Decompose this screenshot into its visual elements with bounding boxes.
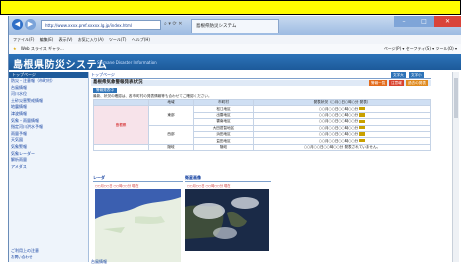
site-header: 島根県防災システム Shimane Disaster Information [9, 54, 461, 71]
sidebar-item[interactable]: 防災・注意報（市町村） [9, 78, 88, 85]
text-large-button[interactable]: 文字大 [391, 72, 406, 78]
favorites-slice[interactable]: Web スライス ギャラ... [21, 46, 64, 51]
sidebar-item[interactable]: 津波情報 [9, 111, 88, 118]
table-row: 隠岐 隠岐 ○○月○○日○○時○○分 発表されていません。 [93, 143, 431, 152]
sidebar-item[interactable]: アメダス [9, 164, 88, 171]
satellite-timestamp: ○○月○○日 ○○時○○分 現在 [187, 184, 231, 188]
area-cell: 西部 [148, 124, 194, 145]
minimize-icon[interactable]: – [394, 16, 414, 27]
radar-panel-title[interactable]: レーダ [93, 175, 183, 182]
sidebar-item[interactable]: 気象警報 [9, 144, 88, 151]
sidebar-item[interactable]: 天気図 [9, 137, 88, 144]
browser-window: ◀ ▶ http://www.xxxx.pref.xxxxx.lg.jp/ind… [8, 16, 461, 265]
satellite-panel-title[interactable]: 衛星画像 [185, 175, 271, 182]
address-actions-icon[interactable]: ⌕ ▾ ⟳ ✕ [164, 21, 182, 27]
highlight-banner [0, 0, 461, 15]
region-cell [93, 143, 149, 152]
radar-map-icon [95, 189, 181, 262]
text-small-button[interactable]: 文字小 [409, 72, 424, 78]
back-button-icon[interactable]: ◀ [12, 19, 23, 30]
warning-chip [359, 126, 366, 130]
typhoon-section-title[interactable]: 台風情報 [91, 259, 107, 265]
radar-panel: レーダ ○○月○○日 ○○時○○分 現在 [93, 175, 183, 262]
area-cell: 隠岐 [148, 143, 194, 152]
menu-bar: ファイル(F) 編集(E) 表示(V) お気に入り(A) ツール(T) ヘルプ(… [9, 35, 461, 44]
scrollbar-thumb[interactable] [454, 78, 458, 118]
command-bar[interactable]: ページ(P) ▾ セーフティ(S) ▾ ツール(O) ▾ [384, 44, 457, 54]
area-cell: 東部 [148, 105, 194, 126]
sidebar-item[interactable]: 解析雨量 [9, 157, 88, 164]
contact-link[interactable]: お問い合わせ [11, 255, 33, 260]
warning-chip [359, 113, 366, 117]
vertical-scrollbar[interactable] [452, 72, 459, 262]
warning-chip [359, 138, 366, 143]
warning-list-button[interactable]: 警報一覧 [369, 80, 388, 86]
menu-view[interactable]: 表示(V) [59, 37, 73, 42]
menu-tools[interactable]: ツール(T) [109, 37, 127, 42]
site-title: 島根県防災システム [13, 60, 108, 71]
sidebar-item[interactable]: 地震情報 [9, 104, 88, 111]
sidebar-item[interactable]: 河川水位 [9, 91, 88, 98]
radar-image[interactable] [95, 189, 181, 262]
region-cell: 島根県 [93, 105, 149, 145]
sidebar: トップページ 防災・注意報（市町村） 台風情報 河川水位 土砂災害警戒情報 地震… [9, 72, 89, 262]
browser-titlebar: ◀ ▶ http://www.xxxx.pref.xxxxx.lg.jp/ind… [9, 16, 461, 35]
history-button[interactable]: 過去の発表 [406, 80, 428, 86]
breadcrumb[interactable]: トップページ [91, 72, 431, 79]
address-bar[interactable]: http://www.xxxx.pref.xxxxx.lg.jp/index.h… [41, 20, 161, 30]
advisory-button[interactable]: 注意報 [389, 80, 404, 86]
warning-chip [359, 119, 366, 124]
close-icon[interactable]: ✕ [434, 16, 461, 27]
sidebar-item[interactable]: 指定河川洪水予報 [9, 124, 88, 131]
time-cell: ○○月○○日○○時○○分 発表されていません。 [253, 143, 431, 152]
radar-timestamp: ○○月○○日 ○○時○○分 現在 [95, 184, 139, 188]
status-subbar: 警報発表中 [93, 88, 117, 93]
menu-edit[interactable]: 編集(E) [40, 37, 54, 42]
satellite-image[interactable] [185, 189, 269, 251]
favorites-star-icon[interactable]: ★ [13, 46, 17, 51]
city-cell[interactable]: 隠岐 [193, 143, 254, 152]
warning-chip [359, 132, 366, 136]
browser-tab[interactable]: 島根県防災システム [191, 19, 279, 33]
usage-notes-link[interactable]: ご利用上の注意 [11, 248, 39, 254]
menu-favorites[interactable]: お気に入り(A) [78, 37, 104, 42]
satellite-map-icon [185, 189, 269, 251]
warning-chip [359, 106, 366, 111]
maximize-icon[interactable]: □ [414, 16, 434, 27]
forward-button-icon[interactable]: ▶ [25, 19, 36, 30]
menu-help[interactable]: ヘルプ(H) [132, 37, 150, 42]
satellite-panel: 衛星画像 ○○月○○日 ○○時○○分 現在 [185, 175, 271, 262]
site-subtitle: Shimane Disaster Information [97, 60, 157, 65]
main-content: トップページ 文字大 文字小 島根県気象警報発表状況 警報一覧 注意報 過去の発… [91, 72, 459, 265]
warning-table: 地域 市町村 発表状況（○月○日○時○分 発表） 島根県 東部 松江地区 ○○月… [93, 98, 431, 152]
menu-file[interactable]: ファイル(F) [13, 37, 34, 42]
